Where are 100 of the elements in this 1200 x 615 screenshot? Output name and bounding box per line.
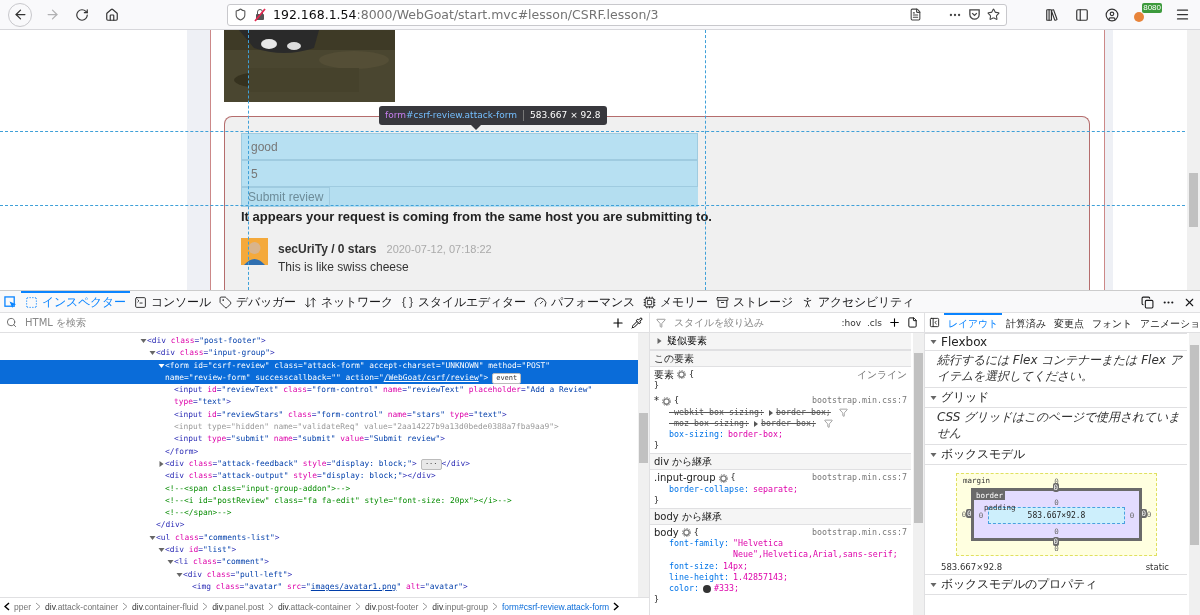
breadcrumb[interactable]: div.post-footer	[365, 601, 419, 612]
person-icon	[801, 296, 814, 309]
css-value[interactable]: border-box;	[760, 417, 816, 429]
eyedropper-icon[interactable]	[631, 316, 643, 329]
hov-button[interactable]: :hov	[841, 317, 861, 328]
reader-view-icon[interactable]	[909, 8, 922, 21]
breadcrumb[interactable]: form#csrf-review.attack-form	[501, 601, 610, 612]
comment-text: This is like swiss cheese	[278, 260, 410, 274]
devtools-tab[interactable]: インスペクター	[21, 291, 130, 312]
scroll-right-icon[interactable]	[613, 602, 620, 611]
filter-icon	[656, 317, 666, 328]
tag-icon	[219, 296, 232, 309]
breadcrumb[interactable]: div.panel.post	[212, 601, 264, 612]
devtools-tab[interactable]: メモリー	[639, 291, 712, 312]
scroll-left-icon[interactable]	[4, 602, 10, 611]
breadcrumb[interactable]: div.container-fluid	[132, 601, 199, 612]
gear-icon[interactable]	[681, 528, 691, 538]
breadcrumb[interactable]: div.attack-container	[277, 601, 352, 612]
breadcrumb[interactable]: div.input-group	[432, 601, 488, 612]
add-node-icon[interactable]	[611, 315, 625, 330]
gear-icon[interactable]	[662, 396, 671, 406]
css-value[interactable]: "Helvetica Neue",Helvetica,Arial,sans-serif;	[732, 538, 907, 561]
css-value[interactable]: separate;	[752, 483, 798, 495]
section-toggle[interactable]: ボックスモデル	[925, 444, 1187, 466]
css-property[interactable]: border-collapse:	[669, 483, 749, 495]
print-icon[interactable]	[907, 317, 918, 328]
css-property[interactable]: font-family:	[669, 538, 729, 550]
devtools-tab[interactable]: ネットワーク	[300, 291, 397, 312]
brace: }	[654, 594, 659, 605]
address-bar[interactable]: 192.168.1.54:8000/WebGoat/start.mvc#lesson/CSRF.lesson/3	[227, 3, 1007, 26]
markup-scrollbar[interactable]	[638, 333, 649, 597]
css-selector: .input-group	[654, 472, 716, 484]
separator-icon	[122, 602, 129, 611]
layout-scrollbar[interactable]	[1189, 333, 1200, 615]
section-header: body から継承	[650, 508, 911, 526]
library-icon	[1045, 7, 1059, 22]
css-selector: *	[654, 395, 659, 407]
css-value[interactable]: border-box;	[727, 429, 783, 441]
home-icon	[105, 7, 119, 22]
pseudo-elements-toggle[interactable]: 疑似要素	[650, 333, 911, 350]
separator-icon	[355, 602, 362, 611]
html-search-field[interactable]: HTML を検索	[23, 316, 605, 329]
console-icon	[134, 296, 147, 309]
box-position: static	[1145, 562, 1169, 573]
styles-scrollbar[interactable]	[913, 333, 924, 615]
add-rule-icon[interactable]	[888, 316, 901, 329]
sidebar-tab[interactable]: フォント	[1088, 313, 1136, 332]
extension-button[interactable]: 8080	[1132, 2, 1162, 27]
brace: {	[674, 395, 679, 407]
css-property[interactable]: line-height:	[669, 571, 729, 584]
rule-source[interactable]: bootstrap.min.css:7	[812, 527, 907, 539]
css-property[interactable]: -moz-box-sizing:	[669, 417, 749, 429]
css-property[interactable]: box-sizing:	[669, 429, 724, 441]
section-header: この要素	[650, 350, 911, 367]
sidebar-tab[interactable]: アニメーショ	[1136, 313, 1200, 332]
color-swatch[interactable]	[703, 585, 711, 594]
page-scrollbar[interactable]	[1187, 30, 1200, 290]
sidebar-tab[interactable]: 変更点	[1050, 313, 1088, 332]
brace: {	[730, 472, 736, 484]
section-toggle[interactable]: ボックスモデルのプロパティ	[925, 574, 1187, 596]
section-toggle[interactable]: グリッド	[925, 387, 1187, 409]
element-selector: form#csrf-review.attack-form	[385, 110, 525, 121]
gear-icon[interactable]	[677, 370, 686, 380]
css-property[interactable]: -webkit-box-sizing:	[669, 406, 764, 418]
style-filter-field[interactable]: スタイルを絞り込み	[672, 316, 836, 329]
css-property[interactable]: font-size:	[669, 560, 719, 572]
css-value[interactable]: 1.42857143;	[732, 571, 788, 584]
devtools-tab[interactable]: スタイルエディター	[397, 291, 530, 312]
css-value[interactable]: border-box;	[775, 406, 831, 418]
breadcrumb[interactable]: div.attack-container	[45, 601, 119, 612]
rule-source[interactable]: bootstrap.min.css:7	[812, 395, 907, 407]
insecure-lock-icon	[253, 7, 267, 22]
css-value[interactable]: #333;	[714, 583, 739, 595]
section-header: div から継承	[650, 453, 911, 471]
devtools-tab[interactable]: アクセシビリティ	[797, 291, 918, 312]
separator-icon	[491, 602, 498, 611]
separator-icon	[202, 602, 209, 611]
rule-source[interactable]: インライン	[857, 369, 907, 381]
cls-button[interactable]: .cls	[867, 317, 882, 328]
devtools-tab[interactable]: コンソール	[130, 291, 215, 312]
account-icon	[1105, 7, 1119, 22]
pick-element-icon	[4, 296, 17, 309]
star-icon[interactable]	[987, 8, 1000, 21]
element-size: 583.667 × 92.8	[530, 110, 601, 121]
section-toggle[interactable]: Flexbox	[925, 333, 1187, 351]
breadcrumb[interactable]: pper	[14, 601, 31, 612]
extension-badge: 8080	[1142, 2, 1162, 13]
braces-icon	[401, 296, 414, 309]
devtools-tab[interactable]: デバッガー	[215, 291, 300, 312]
devtools-tab[interactable]: パフォーマンス	[530, 291, 639, 312]
css-value[interactable]: 14px;	[722, 560, 748, 572]
pocket-icon[interactable]	[968, 8, 981, 21]
extension-icon	[1132, 9, 1146, 24]
gear-icon[interactable]	[718, 473, 728, 483]
rule-source[interactable]: bootstrap.min.css:7	[812, 472, 907, 484]
sidebar-tab[interactable]: 計算済み	[1002, 313, 1050, 332]
devtools-tab[interactable]: ストレージ	[712, 291, 797, 312]
css-property[interactable]: color:	[669, 583, 699, 595]
section-note: 続行するには Flex コンテナーまたは Flex アイテムを選択してください。	[936, 352, 1184, 385]
feedback-message: It appears your request is coming from the same host you are submitting to.	[241, 209, 713, 224]
